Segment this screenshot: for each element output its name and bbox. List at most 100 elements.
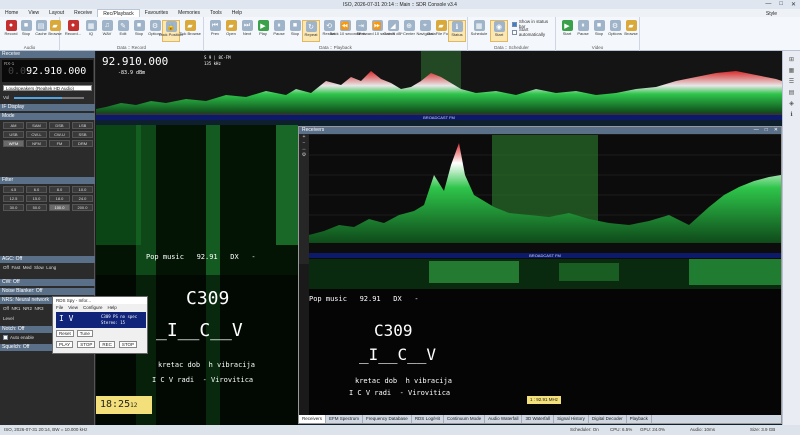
volume-slider[interactable] (14, 97, 84, 99)
close-icon[interactable]: ✕ (791, 1, 796, 8)
menu-receive[interactable]: Receive (69, 9, 97, 17)
menu-rec-playback[interactable]: Rec/Playback (97, 9, 140, 17)
noise-blanker-header[interactable]: Noise Blanker: Off (0, 288, 95, 295)
mode-header[interactable]: Mode (0, 113, 95, 120)
group-scheduler: ▦ Schedule ◉ Start Show in status bar Star… (468, 17, 556, 51)
navigator-icon: ⌖ (419, 20, 431, 31)
filter-button[interactable]: 6.0 (26, 186, 47, 193)
repeat-button[interactable]: ↻ Repeat (302, 20, 320, 42)
filter-button[interactable]: 30.0 (3, 204, 24, 211)
filter-button[interactable]: 8.0 (49, 186, 70, 193)
info-icon[interactable]: ℹ (783, 110, 800, 121)
status-icon: ℹ (451, 21, 463, 32)
receivers-window[interactable]: Receivers — □ ✕ + − ↔ ⚙ BROADCAST FM Pop… (298, 126, 782, 424)
stop-icon: ■ (593, 20, 605, 31)
tab-receivers[interactable]: Receivers (299, 415, 327, 423)
receive-header[interactable]: Receive (0, 51, 95, 58)
lock-position-button[interactable]: 🔒 Lock Position (159, 20, 183, 42)
mode-button[interactable]: WFM (3, 140, 24, 147)
menu-memories[interactable]: Memories (173, 9, 205, 17)
pin-icon[interactable]: ⊞ (783, 55, 800, 66)
maximize-icon[interactable]: □ (765, 127, 768, 133)
menu-home[interactable]: Home (0, 9, 23, 17)
mode-button[interactable]: USB (3, 131, 24, 138)
settings-icon[interactable]: ⚙ (299, 152, 309, 158)
filter-header[interactable]: Filter (0, 177, 95, 184)
tab-signal-history[interactable]: Signal History (554, 415, 589, 423)
checkbox-icon (3, 335, 8, 340)
filter-button[interactable]: 18.0 (49, 195, 70, 202)
mode-button[interactable]: FM (49, 140, 70, 147)
spy-stop-button[interactable]: STOP (77, 341, 96, 348)
filter-button[interactable]: 200.0 (72, 204, 93, 211)
menu-view[interactable]: View (23, 9, 44, 17)
edit-icon: ✎ (117, 20, 129, 31)
filter-button[interactable]: 4.5 (3, 186, 24, 193)
video-browse-button[interactable]: ▰ Browse (622, 20, 640, 42)
audio-output-select[interactable]: Loudspeakers (Realtek HD Audio) (3, 85, 92, 91)
mode-button[interactable]: NFM (26, 140, 47, 147)
close-icon[interactable]: ✕ (774, 127, 778, 133)
menu-favourites[interactable]: Favourites (140, 9, 173, 17)
tab-frequency-database[interactable]: Frequency Database (363, 415, 412, 423)
tab-digital-decoder[interactable]: Digital Decoder (589, 415, 627, 423)
tab-audio-waterfall[interactable]: Audio Waterfall (485, 415, 523, 423)
chart-icon[interactable]: ▤ (783, 88, 800, 99)
status-button[interactable]: ℹ Status (448, 20, 466, 42)
tick-browse-button[interactable]: ▰ Tick Browse (179, 20, 201, 42)
minimize-icon[interactable]: — (754, 127, 759, 133)
tab-efm-spectrum[interactable]: EFM Spectrum (326, 415, 364, 423)
filter-button[interactable]: 100.0 (49, 204, 70, 211)
rds-text-2: I C V radi - Virovitica (152, 376, 254, 384)
mode-button[interactable]: DSB (49, 122, 70, 129)
main-spectrum[interactable]: 92.910.000 -83.9 dBm S 9 | 8C-FM 135 kHz (96, 51, 782, 119)
cw-header[interactable]: CW: Off (0, 279, 95, 286)
nrs-options[interactable]: Off NR1 NR2 NR3 (3, 306, 44, 311)
tab-3d-waterfall[interactable]: 3D Waterfall (522, 415, 555, 423)
scheduler-start-button[interactable]: ◉ Start (490, 20, 508, 42)
tab-continuum-mode[interactable]: Continuum Mode (444, 415, 486, 423)
spy-stop2-button[interactable]: STOP (118, 341, 138, 348)
clock-display: 18:2512 (96, 396, 152, 414)
if-display-header[interactable]: IF Display (0, 104, 95, 111)
filter-button[interactable]: 50.0 (26, 204, 47, 211)
tune-button[interactable]: Tune (76, 330, 93, 337)
filter-button[interactable]: 10.0 (72, 186, 93, 193)
schedule-button[interactable]: ▦ Schedule (470, 20, 488, 42)
reset-button[interactable]: Reset (56, 330, 74, 337)
spy-play-button[interactable]: PLAY (56, 341, 74, 348)
mode-button[interactable]: SAM (26, 122, 47, 129)
mode-button[interactable]: CW-L (26, 131, 47, 138)
receivers-spectrum[interactable] (309, 135, 781, 260)
agc-header[interactable]: AGC: Off (0, 256, 95, 263)
record-data-button[interactable]: ● Record... (64, 20, 82, 42)
mode-button[interactable]: SSB (72, 131, 93, 138)
stop-icon: ■ (133, 20, 145, 31)
start-auto-checkbox[interactable]: Start automatically (512, 27, 555, 37)
folder-icon: ▰ (49, 20, 61, 31)
receiver-marker[interactable]: 1 : 92.91 MHz (527, 396, 562, 404)
tab-playback[interactable]: Playback (627, 415, 652, 423)
mode-button[interactable]: LSB (72, 122, 93, 129)
tab-rds-log-hit[interactable]: RDS Log/Hit (412, 415, 444, 423)
rds-spy-window[interactable]: RDS Spy - Infor... File View Configure Help… (52, 296, 148, 354)
list-icon[interactable]: ☰ (783, 77, 800, 88)
receivers-waterfall[interactable]: Pop music 92.91 DX - C309 _I__C__V kreta… (309, 259, 781, 416)
filter-button[interactable]: 12.5 (3, 195, 24, 202)
spy-rec-button[interactable]: REC (99, 341, 115, 348)
mode-button[interactable]: CW-U (49, 131, 70, 138)
auto-enable-checkbox[interactable]: Auto enable (3, 335, 34, 340)
menu-help[interactable]: Help (227, 9, 247, 17)
menu-layout[interactable]: Layout (44, 9, 69, 17)
signal-icon[interactable]: ◈ (783, 99, 800, 110)
mode-button[interactable]: AM (3, 122, 24, 129)
frequency-display[interactable]: RX-1 0.092.910.000 (2, 60, 93, 82)
agc-options[interactable]: Off Fast Med Slow Long (3, 265, 56, 270)
filter-button[interactable]: 15.0 (26, 195, 47, 202)
grid-icon[interactable]: ▦ (783, 66, 800, 77)
mode-button[interactable]: DRM (72, 140, 93, 147)
minimize-icon[interactable]: — (765, 1, 771, 8)
filter-button[interactable]: 24.0 (72, 195, 93, 202)
maximize-icon[interactable]: □ (779, 1, 783, 8)
menu-tools[interactable]: Tools (205, 9, 227, 17)
